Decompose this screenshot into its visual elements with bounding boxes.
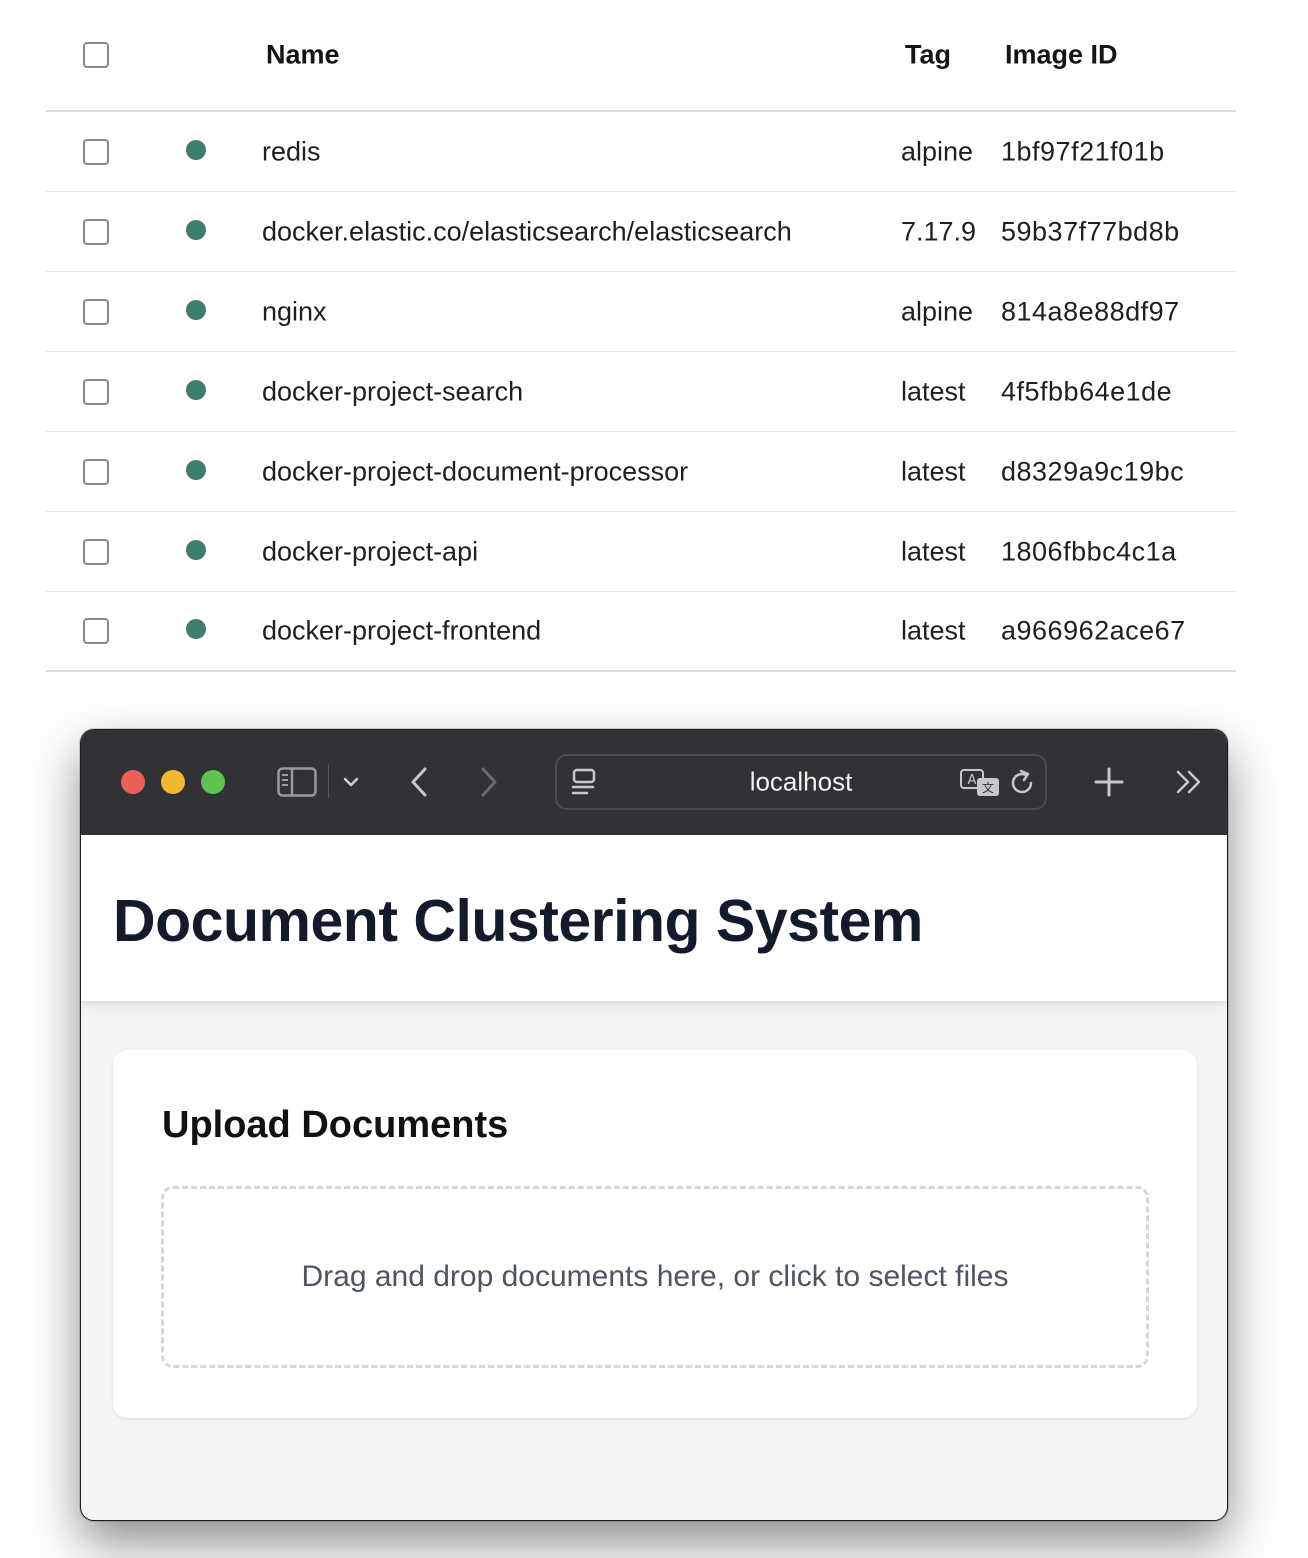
file-dropzone[interactable]: Drag and drop documents here, or click t… [161, 1186, 1149, 1368]
address-bar[interactable]: localhost A 文 [555, 754, 1047, 810]
image-name: docker-project-frontend [262, 615, 542, 646]
row-checkbox[interactable] [83, 218, 109, 245]
image-tag: latest [901, 376, 966, 406]
table-row[interactable]: nginx alpine 814a8e88df97 [46, 272, 1236, 352]
row-checkbox[interactable] [83, 298, 109, 325]
zoom-window-button[interactable] [201, 770, 225, 794]
status-dot-icon [186, 219, 206, 240]
row-checkbox[interactable] [83, 378, 109, 405]
upload-card: Upload Documents Drag and drop documents… [113, 1050, 1197, 1418]
image-id: 814a8e88df97 [1001, 296, 1180, 326]
row-checkbox[interactable] [83, 138, 109, 165]
image-tag: alpine [901, 136, 974, 166]
image-tag: 7.17.9 [901, 216, 977, 246]
status-dot-icon [186, 539, 206, 560]
back-icon[interactable] [403, 760, 435, 804]
page-title: Document Clustering System [113, 888, 923, 954]
table-row[interactable]: docker-project-document-processor latest… [46, 432, 1236, 512]
browser-window: localhost A 文 Document Clustering System… [80, 729, 1228, 1521]
plus-icon[interactable] [1089, 760, 1129, 804]
image-id: 59b37f77bd8b [1001, 216, 1180, 246]
minimize-window-button[interactable] [161, 770, 185, 794]
row-checkbox[interactable] [83, 618, 109, 644]
column-header-name[interactable]: Name [266, 40, 340, 71]
image-tag: alpine [901, 296, 974, 326]
status-dot-icon [186, 459, 206, 480]
double-chevron-right-icon[interactable] [1171, 760, 1207, 804]
table-row[interactable]: redis alpine 1bf97f21f01b [46, 112, 1236, 192]
table-row[interactable]: docker-project-api latest 1806fbbc4c1a [46, 512, 1236, 592]
image-id: a966962ace67 [1001, 615, 1186, 646]
image-name: docker-project-search [262, 376, 524, 406]
upload-title: Upload Documents [162, 1104, 509, 1146]
row-checkbox[interactable] [83, 458, 109, 485]
table-header: Name Tag Image ID [46, 0, 1236, 112]
image-name: docker-project-document-processor [262, 456, 689, 486]
image-id: 4f5fbb64e1de [1001, 376, 1173, 406]
image-id: 1bf97f21f01b [1001, 136, 1165, 166]
sidebar-icon[interactable] [275, 760, 319, 804]
dropzone-text: Drag and drop documents here, or click t… [301, 1260, 1009, 1293]
select-all-checkbox[interactable] [83, 42, 109, 68]
toolbar-divider [328, 764, 329, 798]
column-header-tag[interactable]: Tag [905, 40, 951, 71]
images-table: Name Tag Image ID redis alpine 1bf97f21f… [46, 0, 1236, 672]
image-tag: latest [901, 536, 966, 566]
svg-text:A: A [968, 773, 977, 788]
svg-text:文: 文 [982, 780, 994, 795]
column-header-image-id[interactable]: Image ID [1005, 40, 1118, 71]
forward-icon[interactable] [473, 760, 505, 804]
image-id: d8329a9c19bc [1001, 456, 1185, 486]
table-row[interactable]: docker.elastic.co/elasticsearch/elastics… [46, 192, 1236, 272]
chevron-down-icon[interactable] [339, 760, 363, 804]
status-dot-icon [186, 139, 206, 160]
image-name: nginx [262, 296, 327, 326]
reload-icon[interactable] [1009, 768, 1037, 803]
image-name: docker-project-api [262, 536, 479, 566]
translate-icon[interactable]: A 文 [959, 768, 1001, 803]
image-tag: latest [901, 615, 966, 646]
table-row[interactable]: docker-project-frontend latest a966962ac… [46, 592, 1236, 672]
row-checkbox[interactable] [83, 538, 109, 565]
image-name: redis [262, 136, 321, 166]
table-row[interactable]: docker-project-search latest 4f5fbb64e1d… [46, 352, 1236, 432]
status-dot-icon [186, 619, 206, 639]
image-tag: latest [901, 456, 966, 486]
app-header: Document Clustering System [81, 835, 1227, 1001]
close-window-button[interactable] [121, 770, 145, 794]
status-dot-icon [186, 299, 206, 320]
image-name: docker.elastic.co/elasticsearch/elastics… [262, 216, 792, 246]
status-dot-icon [186, 379, 206, 400]
browser-toolbar: localhost A 文 [81, 730, 1227, 835]
image-id: 1806fbbc4c1a [1001, 536, 1177, 566]
